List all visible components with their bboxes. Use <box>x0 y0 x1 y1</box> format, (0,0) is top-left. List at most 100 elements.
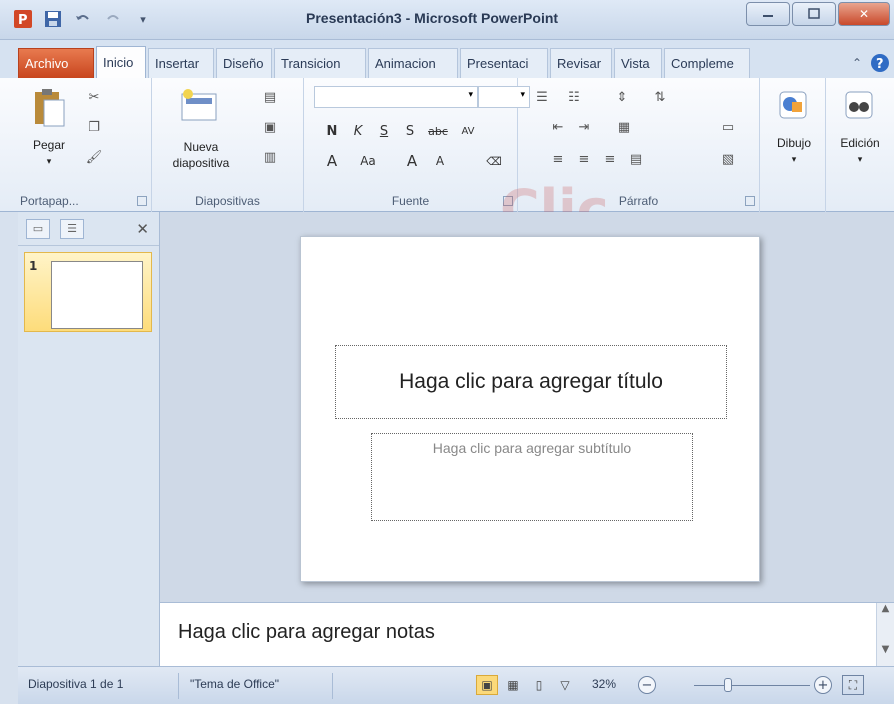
tab-revisar[interactable]: Revisar <box>550 48 612 78</box>
ribbon: Pegar ▾ ✂ ❐ 🖌 Portapap... Nueva diaposit… <box>0 78 894 241</box>
zoom-level[interactable]: 32% <box>592 677 616 691</box>
tab-vista[interactable]: Vista <box>614 48 662 78</box>
slide-canvas[interactable]: Haga clic para agregar título Haga clic … <box>300 236 760 582</box>
normal-view-icon[interactable]: ▣ <box>476 675 498 695</box>
slides-tab-icon[interactable]: ▭ <box>26 218 50 239</box>
close-button[interactable]: ✕ <box>838 2 890 26</box>
paste-icon <box>35 89 65 127</box>
smartart-icon[interactable]: ▧ <box>718 150 738 168</box>
reset-slide-icon[interactable]: ▣ <box>260 118 280 136</box>
scroll-down-icon[interactable]: ▼ <box>877 644 894 655</box>
tab-animaciones[interactable]: Animacion <box>368 48 458 78</box>
strikethrough-icon[interactable]: abc <box>428 122 448 140</box>
drawing-button[interactable]: Dibujo ▾ <box>766 86 822 186</box>
bullets-icon[interactable]: ☰ <box>532 88 552 106</box>
bold-icon[interactable]: N <box>322 122 342 140</box>
redo-icon[interactable] <box>102 8 124 30</box>
title-placeholder[interactable]: Haga clic para agregar título <box>335 345 727 419</box>
slide-info: Diapositiva 1 de 1 <box>28 677 124 691</box>
font-color-icon[interactable]: A <box>322 152 342 170</box>
tab-transiciones[interactable]: Transicion <box>274 48 366 78</box>
minimize-button[interactable] <box>746 2 790 26</box>
justify-icon[interactable]: ▤ <box>626 150 646 168</box>
customize-qat-icon[interactable]: ▾ <box>132 8 154 30</box>
tab-diseno[interactable]: Diseño <box>216 48 272 78</box>
underline-icon[interactable]: S <box>374 122 394 140</box>
change-case-icon[interactable]: Aa <box>358 152 378 170</box>
clipboard-group: Pegar ▾ ✂ ❐ 🖌 Portapap... <box>18 78 152 212</box>
section-icon[interactable]: ▥ <box>260 148 280 166</box>
drawing-dropdown-icon: ▾ <box>791 154 797 164</box>
align-center-icon[interactable]: ≡ <box>574 150 594 168</box>
maximize-button[interactable] <box>792 2 836 26</box>
fit-to-window-icon[interactable]: ⛶ <box>842 675 864 695</box>
scroll-up-icon[interactable]: ▲ <box>877 603 894 614</box>
cut-icon[interactable]: ✂ <box>84 88 104 106</box>
notes-pane[interactable]: Haga clic para agregar notas ▲ ▼ <box>160 602 894 667</box>
slides-group-label: Diapositivas <box>195 194 260 208</box>
new-slide-button[interactable]: Nueva diapositiva <box>156 84 246 184</box>
slideshow-icon[interactable]: ▽ <box>554 675 576 695</box>
theme-name[interactable]: "Tema de Office" <box>190 677 279 691</box>
format-painter-icon[interactable]: 🖌 <box>84 148 104 166</box>
tab-insertar[interactable]: Insertar <box>148 48 214 78</box>
outline-tab-icon[interactable]: ☰ <box>60 218 84 239</box>
tab-presentacion[interactable]: Presentaci <box>460 48 548 78</box>
editing-button[interactable]: Edición ▾ <box>830 86 890 186</box>
zoom-out-icon[interactable]: − <box>638 676 656 694</box>
new-slide-label-1: Nueva <box>183 140 219 154</box>
paste-dropdown-icon: ▾ <box>46 156 52 166</box>
tab-archivo[interactable]: Archivo <box>18 48 94 78</box>
paste-button[interactable]: Pegar ▾ <box>28 84 70 174</box>
window-title: Presentación3 - Microsoft PowerPoint <box>306 10 559 26</box>
shadow-icon[interactable]: S <box>400 122 420 140</box>
grow-font-icon[interactable]: A <box>402 152 422 170</box>
zoom-in-icon[interactable]: + <box>814 676 832 694</box>
reading-view-icon[interactable]: ▯ <box>528 675 550 695</box>
columns-icon[interactable]: ▦ <box>614 118 634 136</box>
shrink-font-icon[interactable]: A <box>430 152 450 170</box>
slide-sorter-icon[interactable]: ▦ <box>502 675 524 695</box>
zoom-slider[interactable] <box>694 685 810 686</box>
status-separator <box>332 673 333 699</box>
ribbon-tabs: Archivo Inicio Insertar Diseño Transicio… <box>0 40 894 78</box>
clear-formatting-icon[interactable]: ⌫ <box>484 152 504 170</box>
status-separator <box>178 673 179 699</box>
editing-label: Edición <box>840 136 880 150</box>
help-icon[interactable]: ? <box>870 53 890 73</box>
increase-indent-icon[interactable]: ⇥ <box>574 118 594 136</box>
decrease-indent-icon[interactable]: ⇤ <box>548 118 568 136</box>
close-pane-icon[interactable]: ✕ <box>136 220 149 238</box>
notes-scrollbar[interactable]: ▲ ▼ <box>876 603 894 667</box>
paragraph-launcher-icon[interactable] <box>745 196 755 206</box>
powerpoint-logo-icon[interactable]: P <box>12 8 34 30</box>
zoom-slider-thumb[interactable] <box>724 678 732 692</box>
align-left-icon[interactable]: ≡ <box>548 150 568 168</box>
slide-thumbnail[interactable]: 1 <box>24 252 152 332</box>
svg-text:?: ? <box>876 57 884 72</box>
tab-inicio[interactable]: Inicio <box>96 46 146 78</box>
undo-icon[interactable] <box>72 8 94 30</box>
notes-placeholder[interactable]: Haga clic para agregar notas <box>178 621 435 644</box>
layout-icon[interactable]: ▤ <box>260 88 280 106</box>
thumbnail-number: 1 <box>29 259 38 273</box>
subtitle-placeholder[interactable]: Haga clic para agregar subtítulo <box>371 433 693 521</box>
font-group: ▾ ▾ N K S S abc AV A Aa A A ⌫ Fuente <box>304 78 530 212</box>
copy-icon[interactable]: ❐ <box>84 118 104 136</box>
italic-icon[interactable]: K <box>348 122 368 140</box>
align-text-icon[interactable]: ▭ <box>718 118 738 136</box>
save-icon[interactable] <box>42 8 64 30</box>
numbering-icon[interactable]: ☷ <box>564 88 584 106</box>
char-spacing-icon[interactable]: AV <box>458 122 478 140</box>
align-right-icon[interactable]: ≡ <box>600 150 620 168</box>
text-direction-icon[interactable]: ⇅ <box>650 88 670 106</box>
tab-complementos[interactable]: Compleme <box>664 48 750 78</box>
drawing-label: Dibujo <box>776 136 812 150</box>
status-bar: Diapositiva 1 de 1 "Tema de Office" ▣ ▦ … <box>18 666 894 704</box>
line-spacing-icon[interactable]: ⇕ <box>612 88 632 106</box>
clipboard-launcher-icon[interactable] <box>137 196 147 206</box>
editing-dropdown-icon: ▾ <box>857 154 863 164</box>
font-family-select[interactable]: ▾ <box>314 86 478 108</box>
minimize-ribbon-icon[interactable]: ⌃ <box>852 56 862 70</box>
binoculars-icon <box>845 91 873 119</box>
